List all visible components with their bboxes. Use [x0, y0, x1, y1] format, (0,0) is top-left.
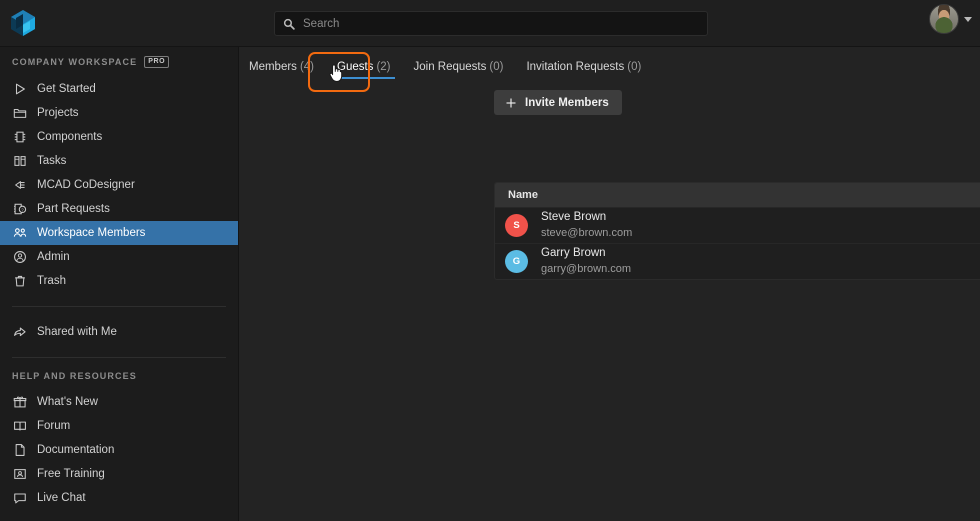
tab-count: (2) — [376, 61, 391, 73]
tab-label: Join Requests — [413, 61, 487, 73]
sidebar-item-label: Workspace Members — [37, 226, 146, 239]
sidebar-item-trash[interactable]: Trash — [0, 269, 238, 293]
tab-label: Guests — [337, 61, 374, 73]
search-box[interactable] — [274, 11, 708, 36]
top-bar — [0, 0, 980, 47]
invite-members-button[interactable]: Invite Members — [494, 90, 622, 115]
trash-icon — [15, 275, 25, 287]
sidebar-item-workspace-members[interactable]: Workspace Members — [0, 220, 238, 245]
sidebar-item-live-chat[interactable]: Live Chat — [0, 486, 238, 510]
workspace-section-title: COMPANY WORKSPACE PRO — [0, 56, 238, 68]
user-circle-icon — [14, 250, 26, 263]
sidebar-item-mcad-codesigner[interactable]: MCAD CoDesigner — [0, 173, 238, 197]
member-name: Garry Brown — [541, 247, 606, 260]
help-resources-label: HELP AND RESOURCES — [12, 370, 137, 381]
main-content: Members (4) Guests (2) Join Requests (0) In… — [239, 47, 980, 521]
user-menu[interactable] — [929, 4, 972, 34]
people-icon — [13, 228, 27, 237]
tab-invitation-requests[interactable]: Invitation Requests (0) — [522, 61, 645, 82]
sidebar-item-label: Free Training — [37, 467, 105, 480]
sidebar-item-free-training[interactable]: Free Training — [0, 462, 238, 486]
sidebar-item-label: Shared with Me — [37, 325, 117, 338]
avatar-initial: S — [513, 220, 520, 231]
sidebar-item-forum[interactable]: Forum — [0, 414, 238, 438]
altium-cube-logo — [11, 10, 35, 36]
sidebar-item-label: Admin — [37, 250, 70, 263]
tab-label: Invitation Requests — [526, 61, 625, 73]
sidebar-item-label: Part Requests — [37, 202, 110, 215]
part-request-icon: ? — [14, 203, 27, 215]
share-arrow-icon — [14, 327, 26, 336]
invite-row: Invite Members — [239, 82, 980, 115]
sidebar-item-label: Projects — [37, 106, 79, 119]
sidebar-divider-1 — [12, 305, 226, 307]
sidebar-item-whats-new[interactable]: What's New — [0, 390, 238, 414]
sidebar-item-get-started[interactable]: Get Started — [0, 77, 238, 101]
sidebar-item-label: Components — [37, 130, 103, 143]
app-window: COMPANY WORKSPACE PRO Get Started Projec… — [0, 0, 980, 521]
sidebar-item-admin[interactable]: Admin — [0, 245, 238, 269]
sidebar-item-label: Forum — [37, 419, 71, 432]
member-identity: Garry Brown garry@brown.com — [541, 246, 631, 276]
search-icon — [283, 18, 295, 30]
plus-icon — [506, 98, 516, 107]
sidebar-item-label: Tasks — [37, 154, 67, 167]
tab-members[interactable]: Members (4) — [245, 61, 318, 82]
sidebar-item-components[interactable]: Components — [0, 125, 238, 149]
search-input[interactable] — [303, 17, 699, 30]
body-area: COMPANY WORKSPACE PRO Get Started Projec… — [0, 47, 980, 521]
help-section-title: HELP AND RESOURCES — [0, 371, 238, 381]
tab-join-requests[interactable]: Join Requests (0) — [410, 61, 508, 82]
sidebar-item-label: MCAD CoDesigner — [37, 178, 135, 191]
table-header-row: Name — [495, 183, 980, 207]
sidebar-item-projects[interactable]: Projects — [0, 101, 238, 125]
folder-icon — [13, 108, 27, 118]
chevron-down-icon[interactable] — [964, 16, 972, 22]
member-identity: Steve Brown steve@brown.com — [541, 210, 632, 240]
app-logo[interactable] — [0, 9, 46, 37]
sidebar-item-tasks[interactable]: Tasks — [0, 149, 238, 173]
sidebar-divider-2 — [12, 356, 226, 358]
column-header-name: Name — [508, 189, 538, 201]
sidebar-item-part-requests[interactable]: ? Part Requests — [0, 197, 238, 221]
document-icon — [15, 443, 25, 456]
invite-members-label: Invite Members — [525, 96, 609, 109]
pro-badge: PRO — [144, 56, 170, 68]
avatar-initial: G — [512, 256, 521, 267]
training-card-icon — [14, 468, 26, 479]
play-triangle-icon — [15, 83, 25, 95]
sidebar-item-label: What's New — [37, 395, 98, 408]
avatar: G — [505, 250, 528, 273]
sidebar-item-shared-with-me[interactable]: Shared with Me — [0, 320, 238, 344]
table-row[interactable]: G Garry Brown garry@brown.com Guest — [495, 243, 980, 279]
tab-count: (4) — [299, 61, 314, 73]
avatar[interactable] — [929, 4, 959, 34]
member-email: garry@brown.com — [541, 262, 632, 275]
workspace-label: COMPANY WORKSPACE — [12, 56, 138, 67]
members-table: Name S Steve Brown steve@brown.com Guest — [494, 182, 980, 280]
tab-label: Members — [249, 61, 297, 73]
avatar: S — [505, 214, 528, 237]
tab-count: (0) — [489, 61, 504, 73]
tab-bar: Members (4) Guests (2) Join Requests (0) In… — [239, 47, 980, 82]
chat-bubble-icon — [14, 493, 26, 504]
sidebar-item-label: Documentation — [37, 443, 115, 456]
sidebar-item-documentation[interactable]: Documentation — [0, 438, 238, 462]
tab-count: (0) — [627, 61, 642, 73]
book-icon — [14, 421, 26, 431]
member-name: Steve Brown — [541, 211, 607, 224]
sidebar-item-label: Live Chat — [37, 491, 86, 504]
gift-icon — [13, 396, 27, 408]
member-email: steve@brown.com — [541, 226, 633, 239]
sidebar: COMPANY WORKSPACE PRO Get Started Projec… — [0, 47, 239, 521]
sidebar-item-label: Get Started — [37, 82, 96, 95]
table-row[interactable]: S Steve Brown steve@brown.com Guest — [495, 207, 980, 243]
chip-icon — [14, 131, 26, 143]
tab-guests[interactable]: Guests (2) — [333, 61, 395, 82]
sidebar-item-label: Trash — [37, 274, 66, 287]
columns-icon — [14, 155, 26, 166]
connector-icon — [15, 180, 25, 189]
